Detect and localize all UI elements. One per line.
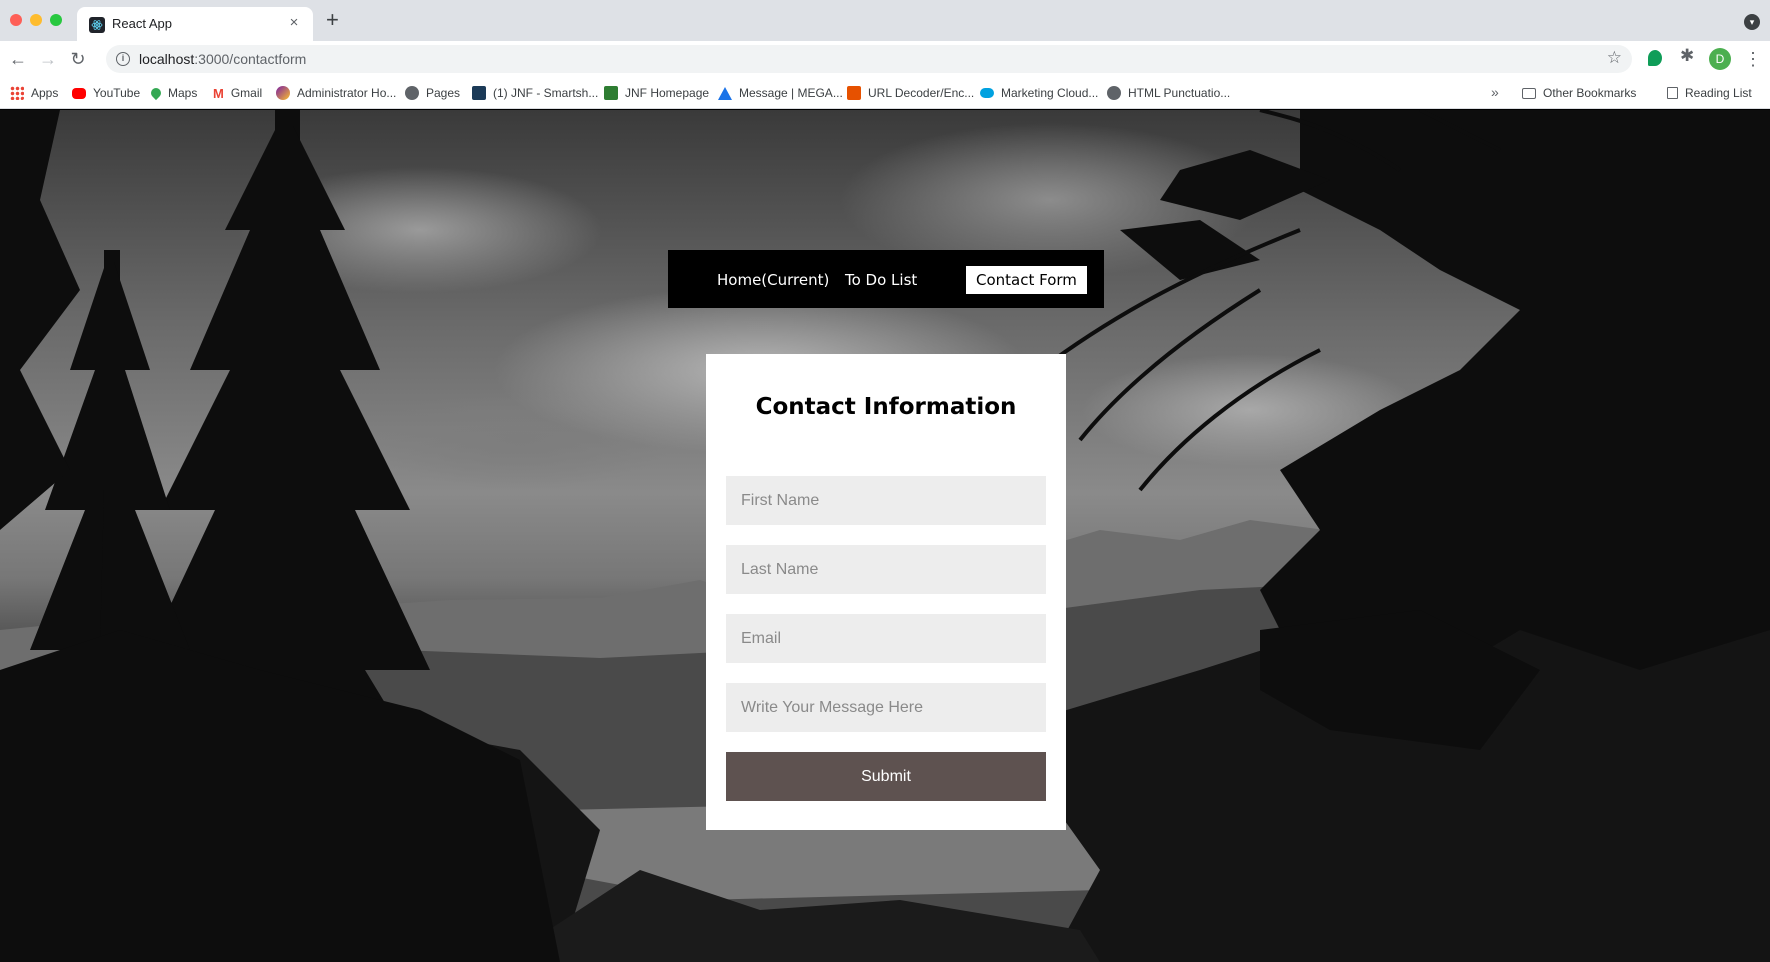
reload-icon[interactable]: ↻ bbox=[66, 47, 90, 71]
salesforce-cloud-icon bbox=[980, 88, 994, 98]
form-title: Contact Information bbox=[755, 394, 1017, 420]
profile-avatar[interactable]: D bbox=[1709, 48, 1731, 70]
site-navbar: Home(Current) To Do List Contact Form bbox=[668, 250, 1104, 308]
bookmark-marketing-cloud[interactable]: Marketing Cloud... bbox=[980, 84, 1098, 102]
bookmark-other-bookmarks[interactable]: Other Bookmarks bbox=[1522, 84, 1636, 102]
minimize-window-button[interactable] bbox=[30, 14, 42, 26]
bookmark-gmail[interactable]: M Gmail bbox=[213, 84, 262, 102]
smartsheet-icon bbox=[472, 86, 486, 100]
zoom-window-button[interactable] bbox=[50, 14, 62, 26]
address-bar[interactable]: i localhost:3000/contactform ☆ bbox=[106, 45, 1632, 73]
new-tab-button[interactable]: + bbox=[326, 9, 339, 31]
bookmark-url-decoder[interactable]: URL Decoder/Enc... bbox=[847, 84, 974, 102]
bookmark-html-punctuation[interactable]: HTML Punctuatio... bbox=[1107, 84, 1230, 102]
bookmark-star-icon[interactable]: ☆ bbox=[1607, 48, 1622, 68]
mega-icon bbox=[718, 86, 732, 100]
browser-menu-icon[interactable]: ⋮ bbox=[1744, 47, 1762, 71]
site-info-icon[interactable]: i bbox=[116, 52, 130, 66]
submit-button[interactable]: Submit bbox=[726, 752, 1046, 801]
bookmark-administrator[interactable]: Administrator Ho... bbox=[276, 84, 396, 102]
message-input[interactable] bbox=[726, 683, 1046, 732]
browser-tab[interactable]: React App × bbox=[77, 7, 313, 41]
browser-toolbar: ← → ↻ i localhost:3000/contactform ☆ ✱ D… bbox=[0, 41, 1770, 77]
globe-icon bbox=[405, 86, 419, 100]
nav-home-link[interactable]: Home(Current) bbox=[707, 266, 839, 294]
close-window-button[interactable] bbox=[10, 14, 22, 26]
back-arrow-icon[interactable]: ← bbox=[6, 47, 30, 71]
extensions-puzzle-icon[interactable]: ✱ bbox=[1680, 46, 1694, 66]
more-bookmarks-icon[interactable]: » bbox=[1491, 84, 1499, 100]
reading-list-icon bbox=[1667, 87, 1678, 99]
bookmark-mega[interactable]: Message | MEGA... bbox=[718, 84, 843, 102]
jnf-icon bbox=[604, 86, 618, 100]
first-name-input[interactable] bbox=[726, 476, 1046, 525]
tab-search-icon[interactable]: ▾ bbox=[1744, 14, 1760, 30]
maps-pin-icon bbox=[148, 85, 164, 101]
forward-arrow-icon[interactable]: → bbox=[36, 47, 60, 71]
bookmark-apps[interactable]: Apps bbox=[10, 84, 58, 102]
reading-list[interactable]: Reading List bbox=[1667, 84, 1752, 102]
browser-tabstrip: React App × + ▾ bbox=[0, 0, 1770, 41]
url-text: localhost:3000/contactform bbox=[139, 51, 307, 67]
gmail-icon: M bbox=[213, 86, 224, 101]
bookmarks-bar: Apps YouTube Maps M Gmail Administrator … bbox=[0, 77, 1770, 109]
contact-form-card: Contact Information Submit bbox=[706, 354, 1066, 830]
close-tab-icon[interactable]: × bbox=[285, 14, 303, 31]
admin-icon bbox=[276, 86, 290, 100]
last-name-input[interactable] bbox=[726, 545, 1046, 594]
apps-grid-icon bbox=[10, 86, 24, 100]
nav-todo-link[interactable]: To Do List bbox=[835, 266, 927, 294]
bookmark-maps[interactable]: Maps bbox=[148, 84, 197, 102]
tab-title: React App bbox=[112, 16, 172, 31]
folder-icon bbox=[1522, 87, 1536, 99]
email-input[interactable] bbox=[726, 614, 1046, 663]
page-background: Home(Current) To Do List Contact Form Co… bbox=[0, 110, 1770, 962]
nav-contact-form-link[interactable]: Contact Form bbox=[966, 266, 1087, 294]
bookmark-youtube[interactable]: YouTube bbox=[72, 84, 140, 102]
bookmark-smartsheet[interactable]: (1) JNF - Smartsh... bbox=[472, 84, 598, 102]
bookmark-jnf-homepage[interactable]: JNF Homepage bbox=[604, 84, 709, 102]
react-favicon-icon bbox=[89, 17, 105, 33]
bookmark-pages[interactable]: Pages bbox=[405, 84, 460, 102]
url-decoder-icon bbox=[847, 86, 861, 100]
extension-green-icon[interactable] bbox=[1648, 50, 1662, 66]
globe-icon bbox=[1107, 86, 1121, 100]
youtube-icon bbox=[72, 87, 86, 99]
